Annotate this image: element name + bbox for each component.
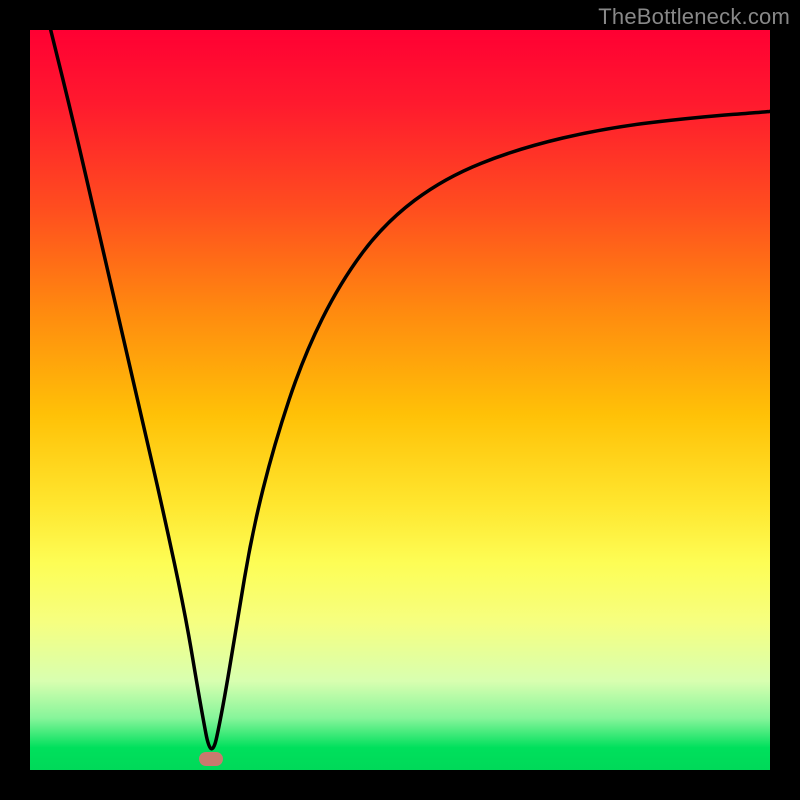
- bottleneck-curve: [51, 30, 770, 749]
- optimal-marker: [199, 752, 223, 766]
- curve-svg: [30, 30, 770, 770]
- watermark-text: TheBottleneck.com: [598, 4, 790, 30]
- chart-frame: TheBottleneck.com: [0, 0, 800, 800]
